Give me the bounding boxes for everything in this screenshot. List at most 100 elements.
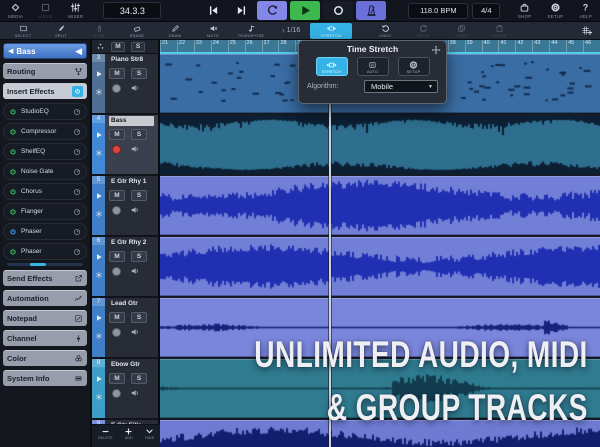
freeze-snowflake-icon[interactable] (95, 149, 103, 157)
track-color-strip[interactable]: 6 (92, 237, 105, 296)
global-mute-button[interactable]: M (111, 42, 125, 52)
effects-scrollbar[interactable] (7, 263, 83, 266)
dial-icon[interactable] (73, 108, 81, 116)
insert-effects-button[interactable]: Insert Effects (3, 83, 87, 99)
song-position-display[interactable]: 34.3.3 (103, 2, 161, 19)
effect-slot[interactable]: Chorus (3, 183, 87, 200)
record-arm-button[interactable] (112, 84, 121, 93)
effect-slot[interactable]: Noise Gate (3, 163, 87, 180)
power-icon[interactable] (9, 108, 17, 116)
ruler-bar[interactable]: 39 (465, 40, 482, 52)
dial-icon[interactable] (73, 208, 81, 216)
stretch-mode-stretch[interactable]: STRETCH (316, 57, 348, 76)
track-color-strip[interactable]: 7 (92, 298, 105, 357)
loop-button[interactable] (257, 1, 287, 20)
track-header-bass[interactable]: 4 Bass M S (92, 115, 158, 176)
setup-button[interactable]: SETUP (547, 2, 563, 19)
power-icon[interactable] (9, 128, 17, 136)
power-icon[interactable] (9, 188, 17, 196)
track-mute-button[interactable]: M (109, 251, 125, 262)
channel-button[interactable]: Channel (3, 330, 87, 346)
effect-slot[interactable]: ShelfEQ (3, 143, 87, 160)
speaker-icon[interactable] (130, 205, 140, 215)
track-solo-button[interactable]: S (131, 68, 147, 79)
effect-slot[interactable]: Flanger (3, 203, 87, 220)
dial-icon[interactable] (73, 248, 81, 256)
tempo-display[interactable]: 118.0 BPM (408, 3, 468, 19)
record-arm-button[interactable] (112, 267, 121, 276)
global-solo-button[interactable]: S (131, 42, 145, 52)
keys-button[interactable]: KEYS (39, 2, 52, 19)
paste-button[interactable]: PASTE (480, 24, 518, 38)
track-name[interactable]: E Gtr Rhy 2 (109, 238, 154, 248)
freeze-snowflake-icon[interactable] (95, 332, 103, 340)
freeze-snowflake-icon[interactable] (95, 210, 103, 218)
dial-icon[interactable] (73, 168, 81, 176)
power-icon[interactable] (9, 248, 17, 256)
send-effects-button[interactable]: Send Effects (3, 270, 87, 286)
ruler-bar[interactable]: 43 (532, 40, 549, 52)
track-mute-button[interactable]: M (109, 129, 125, 140)
tool-mute[interactable]: MUTE (194, 24, 232, 38)
record-arm-button[interactable] (112, 145, 121, 154)
media-button[interactable]: MEDIA (8, 2, 23, 19)
track-solo-button[interactable]: S (131, 251, 147, 262)
track-monitor-triangle-icon[interactable] (95, 70, 103, 78)
ruler-bar[interactable]: 44 (549, 40, 566, 52)
tool-erase[interactable]: ERASE (118, 24, 156, 38)
track-solo-button[interactable]: S (131, 129, 147, 140)
track-solo-button[interactable]: S (131, 373, 147, 384)
track-header-e-gtr-rhy-2[interactable]: 6 E Gtr Rhy 2 M S (92, 237, 158, 298)
track-monitor-triangle-icon[interactable] (95, 375, 103, 383)
redo-button[interactable]: REDO (404, 24, 442, 38)
power-icon[interactable] (9, 168, 17, 176)
track-color-strip[interactable]: 4 (92, 115, 105, 174)
ruler-bar[interactable]: 23 (194, 40, 211, 52)
track-mute-button[interactable]: M (109, 190, 125, 201)
tool-split[interactable]: SPLIT (42, 24, 80, 38)
tool-select[interactable]: SELECT (4, 24, 42, 38)
effect-slot[interactable]: Phaser (3, 243, 87, 260)
grid-quantize-display[interactable]: › 1/16 (282, 26, 300, 35)
track-header-lead-gtr[interactable]: 7 Lead Gtr M S (92, 298, 158, 359)
lane-e-gtr-rhy-1[interactable] (160, 176, 600, 237)
record-arm-button[interactable] (112, 389, 121, 398)
automation-button[interactable]: Automation (3, 290, 87, 306)
ruler-bar[interactable]: 45 (566, 40, 583, 52)
skip-back-button[interactable] (201, 1, 226, 21)
effect-slot[interactable]: Compressor (3, 123, 87, 140)
speaker-icon[interactable] (130, 327, 140, 337)
freeze-snowflake-icon[interactable] (95, 393, 103, 401)
track-monitor-triangle-icon[interactable] (95, 192, 103, 200)
stretch-mode-auto[interactable]: AUTO (357, 57, 389, 76)
track-name[interactable]: Bass (109, 116, 154, 126)
track-monitor-triangle-icon[interactable] (95, 253, 103, 261)
freeze-snowflake-icon[interactable] (95, 271, 103, 279)
effect-slot[interactable]: Phaser (3, 223, 87, 240)
ruler-bar[interactable]: 26 (245, 40, 262, 52)
play-button[interactable] (290, 1, 320, 20)
ruler-bar[interactable]: 22 (177, 40, 194, 52)
ruler-bar[interactable]: 24 (211, 40, 228, 52)
undo-button[interactable]: UNDO (366, 24, 404, 38)
metronome-button[interactable] (356, 1, 386, 20)
ruler-bar[interactable]: 38 (448, 40, 465, 52)
speaker-icon[interactable] (130, 83, 140, 93)
track-header-e-gtr-rhy-1[interactable]: 5 E Gtr Rhy 1 M S (92, 176, 158, 237)
speaker-icon[interactable] (130, 144, 140, 154)
ruler-bar[interactable]: 46 (583, 40, 600, 52)
track-color-strip[interactable]: 5 (92, 176, 105, 235)
track-name[interactable]: Lead Gtr (109, 299, 154, 309)
track-mute-button[interactable]: M (109, 68, 125, 79)
mixer-button[interactable]: MIXER (68, 2, 83, 19)
ruler-bar[interactable]: 21 (160, 40, 177, 52)
track-solo-button[interactable]: S (131, 190, 147, 201)
track-name[interactable]: Ebow Gtr (109, 360, 154, 370)
hide-track-button[interactable]: HIDE (145, 427, 154, 440)
ruler-bar[interactable]: 25 (228, 40, 245, 52)
stretch-tool-button[interactable]: STRETCH (310, 23, 352, 39)
tool-transpose[interactable]: TRANSPOSE (232, 24, 270, 38)
ruler-bar[interactable]: 40 (482, 40, 499, 52)
move-crosshair-icon[interactable] (431, 45, 441, 55)
dial-icon[interactable] (73, 128, 81, 136)
